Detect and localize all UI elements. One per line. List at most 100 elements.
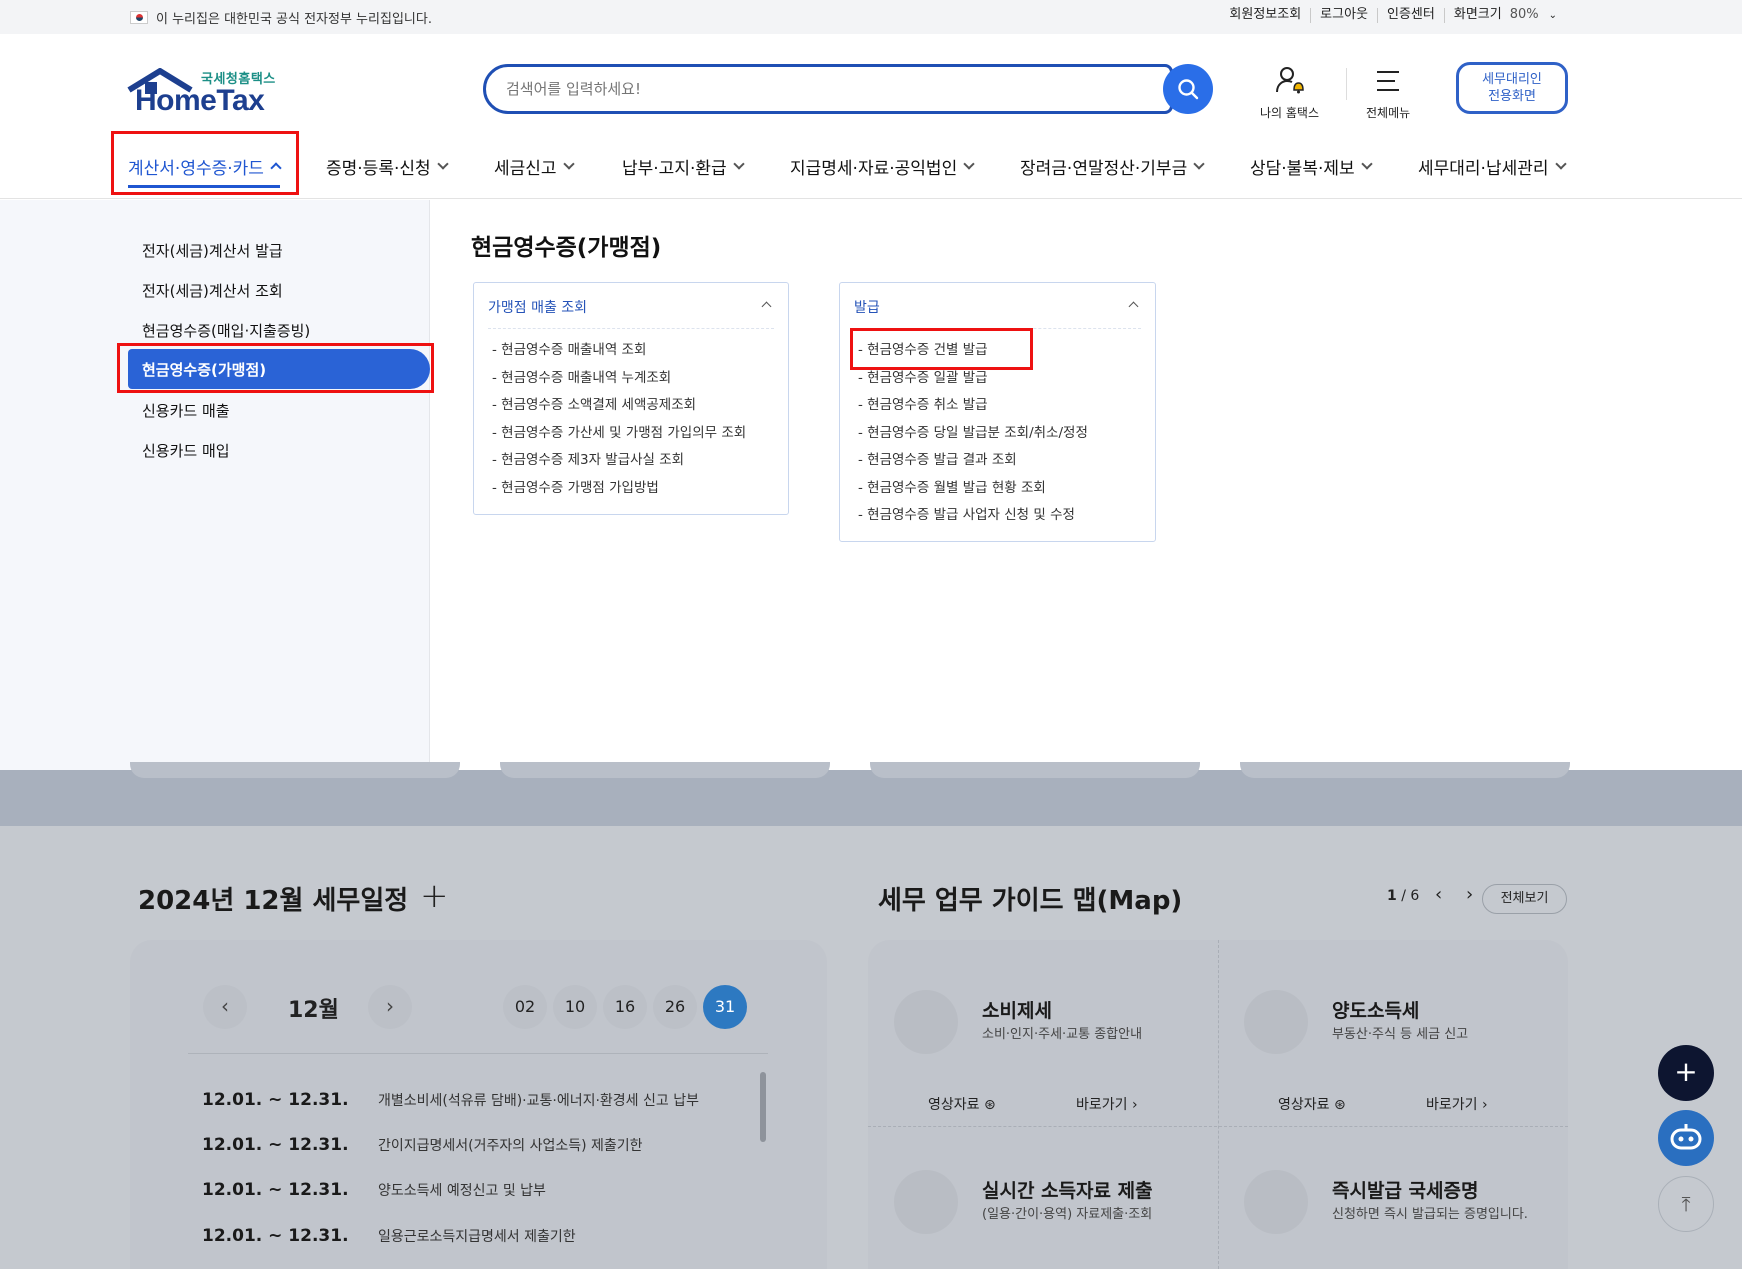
schedule-text[interactable]: 간이지급명세서(거주자의 사업소득) 제출기한 — [378, 1138, 643, 1154]
menu-link[interactable]: 현금영수증 일괄 발급 — [858, 369, 1088, 397]
house-hand-icon — [1244, 990, 1308, 1054]
submenu-e-invoice-issue[interactable]: 전자(세금)계산서 발급 — [142, 240, 283, 261]
chatbot-button[interactable] — [1658, 1110, 1714, 1166]
prev-month-button[interactable]: ‹ — [203, 985, 247, 1029]
gnb-consulting-appeal[interactable]: 상담·불복·제보 — [1250, 134, 1373, 198]
menu-link[interactable]: 현금영수증 월별 발급 현황 조회 — [858, 479, 1088, 507]
schedule-item: 12.01. ~ 12.31. 개별소비세(석유류 담배)·교통·에너지·환경세 … — [202, 1090, 699, 1110]
gnb-label: 증명·등록·신청 — [326, 158, 431, 179]
date-chip[interactable]: 16 — [603, 985, 647, 1029]
video-label: 영상자료 — [928, 1097, 980, 1113]
pager-next-button[interactable]: › — [1466, 884, 1473, 905]
gnb-payment-statement[interactable]: 지급명세·자료·공익법인 — [790, 134, 975, 198]
grid-divider — [1218, 940, 1219, 1269]
scroll-top-button[interactable]: ⤒ — [1658, 1176, 1714, 1232]
card-header[interactable]: 발급 — [854, 297, 1141, 329]
chevron-down-icon — [1554, 158, 1567, 170]
date-chip[interactable]: 26 — [653, 985, 697, 1029]
chevron-down-icon — [562, 158, 575, 170]
card-title: 가맹점 매출 조회 — [488, 300, 588, 316]
go-label: 바로가기 — [1076, 1097, 1128, 1113]
submenu-sidebar: 전자(세금)계산서 발급 전자(세금)계산서 조회 현금영수증(매입·지출증빙)… — [0, 200, 434, 770]
next-month-button[interactable]: › — [368, 985, 412, 1029]
hometax-logo[interactable]: 국세청홈택스 HomeTax — [127, 64, 287, 124]
issuance-card: 발급 현금영수증 건별 발급 현금영수증 일괄 발급 현금영수증 취소 발급 현… — [839, 282, 1156, 542]
schedule-date: 12.01. ~ 12.31. — [202, 1180, 349, 1200]
gnb-incentives-year-end[interactable]: 장려금·연말정산·기부금 — [1020, 134, 1205, 198]
shopping-cart-icon — [894, 990, 958, 1054]
gnb-label: 세금신고 — [494, 158, 557, 179]
date-chip[interactable]: 10 — [553, 985, 597, 1029]
cert-center-link[interactable]: 인증센터 — [1377, 8, 1444, 23]
menu-link-single-issue[interactable]: 현금영수증 건별 발급 — [858, 341, 1088, 369]
menu-link[interactable]: 현금영수증 발급 결과 조회 — [858, 451, 1088, 479]
menu-link[interactable]: 현금영수증 가산세 및 가맹점 가입의무 조회 — [492, 424, 746, 452]
menu-link[interactable]: 현금영수증 취소 발급 — [858, 396, 1088, 424]
header-divider — [1346, 68, 1347, 100]
calendar-divider — [188, 1053, 768, 1054]
submenu-cash-receipt-merchant[interactable]: 현금영수증(가맹점) — [128, 349, 430, 389]
gov-notice: 이 누리집은 대한민국 공식 전자정부 누리집입니다. — [130, 8, 432, 27]
zoom-label: 화면크기 — [1453, 7, 1502, 22]
top-utility-bar: 이 누리집은 대한민국 공식 전자정부 누리집입니다. 회원정보조회 로그아웃 … — [0, 0, 1742, 34]
menu-link[interactable]: 현금영수증 제3자 발급사실 조회 — [492, 451, 746, 479]
chevron-down-icon — [732, 158, 745, 170]
zoom-select[interactable]: 화면크기 80% ⌄ — [1443, 7, 1566, 23]
pager-current: 1 — [1387, 888, 1397, 904]
my-hometax-button[interactable]: 나의 홈택스 — [1260, 64, 1319, 121]
schedule-scrollbar[interactable] — [760, 1072, 766, 1142]
go-link[interactable]: 바로가기 › — [1426, 1094, 1488, 1114]
banner-card-edge — [1240, 762, 1570, 778]
utility-links: 회원정보조회 로그아웃 인증센터 화면크기 80% ⌄ — [1220, 8, 1566, 23]
card-link-list: 현금영수증 매출내역 조회 현금영수증 매출내역 누계조회 현금영수증 소액결제… — [492, 341, 746, 506]
logout-link[interactable]: 로그아웃 — [1310, 8, 1377, 23]
guide-pager: 1 / 6 — [1387, 888, 1420, 904]
menu-link[interactable]: 현금영수증 소액결제 세액공제조회 — [492, 396, 746, 424]
submenu-cash-receipt-purchase[interactable]: 현금영수증(매입·지출증빙) — [142, 320, 310, 341]
guide-name: 즉시발급 국세증명 — [1332, 1180, 1479, 1202]
menu-link[interactable]: 현금영수증 매출내역 누계조회 — [492, 369, 746, 397]
submenu-credit-card-sales[interactable]: 신용카드 매출 — [142, 400, 230, 421]
card-header[interactable]: 가맹점 매출 조회 — [488, 297, 774, 329]
all-menu-button[interactable]: 전체메뉴 — [1366, 64, 1410, 121]
menu-link[interactable]: 현금영수증 당일 발급분 조회/취소/정정 — [858, 424, 1088, 452]
guide-name: 실시간 소득자료 제출 — [982, 1180, 1153, 1202]
gnb-invoice-receipt-card[interactable]: 계산서·영수증·카드 — [128, 134, 282, 198]
guide-desc: (일용·간이·용역) 자료제출·조회 — [982, 1207, 1153, 1222]
date-chip-selected[interactable]: 31 — [703, 985, 747, 1029]
gov-notice-text: 이 누리집은 대한민국 공식 전자정부 누리집입니다. — [156, 12, 432, 27]
pager-prev-button[interactable]: ‹ — [1435, 884, 1442, 905]
clipboard-icon — [894, 1170, 958, 1234]
schedule-plus-icon[interactable]: + — [420, 879, 449, 913]
schedule-date: 12.01. ~ 12.31. — [202, 1226, 349, 1246]
submenu-e-invoice-inquiry[interactable]: 전자(세금)계산서 조회 — [142, 280, 283, 301]
video-link[interactable]: 영상자료 ⊛ — [1278, 1094, 1346, 1114]
tax-agent-screen-button[interactable]: 세무대리인 전용화면 — [1456, 62, 1568, 114]
gnb-certificate-registration[interactable]: 증명·등록·신청 — [326, 134, 449, 198]
guide-map-title: 세무 업무 가이드 맵(Map) — [878, 886, 1183, 916]
menu-link[interactable]: 현금영수증 가맹점 가입방법 — [492, 479, 746, 507]
schedule-text[interactable]: 일용근로소득지급명세서 제출기한 — [378, 1229, 576, 1245]
search-button[interactable] — [1163, 64, 1213, 114]
banner-card-edge — [500, 762, 830, 778]
video-link[interactable]: 영상자료 ⊛ — [928, 1094, 996, 1114]
gnb-payment-refund[interactable]: 납부·고지·환급 — [622, 134, 745, 198]
chevron-down-icon — [1193, 158, 1205, 170]
floating-plus-button[interactable]: + — [1658, 1045, 1714, 1101]
robot-icon — [1670, 1124, 1702, 1150]
schedule-text[interactable]: 개별소비세(석유류 담배)·교통·에너지·환경세 신고 납부 — [378, 1093, 699, 1109]
go-link[interactable]: 바로가기 › — [1076, 1094, 1138, 1114]
banner-card-edge — [870, 762, 1200, 778]
submenu-credit-card-purchase[interactable]: 신용카드 매입 — [142, 440, 230, 461]
gnb-tax-agent-management[interactable]: 세무대리·납세관리 — [1418, 134, 1567, 198]
menu-link[interactable]: 현금영수증 매출내역 조회 — [492, 341, 746, 369]
view-all-button[interactable]: 전체보기 — [1482, 884, 1567, 914]
member-info-link[interactable]: 회원정보조회 — [1220, 8, 1310, 23]
menu-link[interactable]: 현금영수증 발급 사업자 신청 및 수정 — [858, 506, 1088, 534]
search-input[interactable] — [483, 64, 1173, 114]
date-chip[interactable]: 02 — [503, 985, 547, 1029]
go-label: 바로가기 — [1426, 1097, 1478, 1113]
gnb-tax-filing[interactable]: 세금신고 — [494, 134, 575, 198]
schedule-text[interactable]: 양도소득세 예정신고 및 납부 — [378, 1183, 546, 1199]
mega-menu-panel: 전자(세금)계산서 발급 전자(세금)계산서 조회 현금영수증(매입·지출증빙)… — [0, 200, 1742, 770]
